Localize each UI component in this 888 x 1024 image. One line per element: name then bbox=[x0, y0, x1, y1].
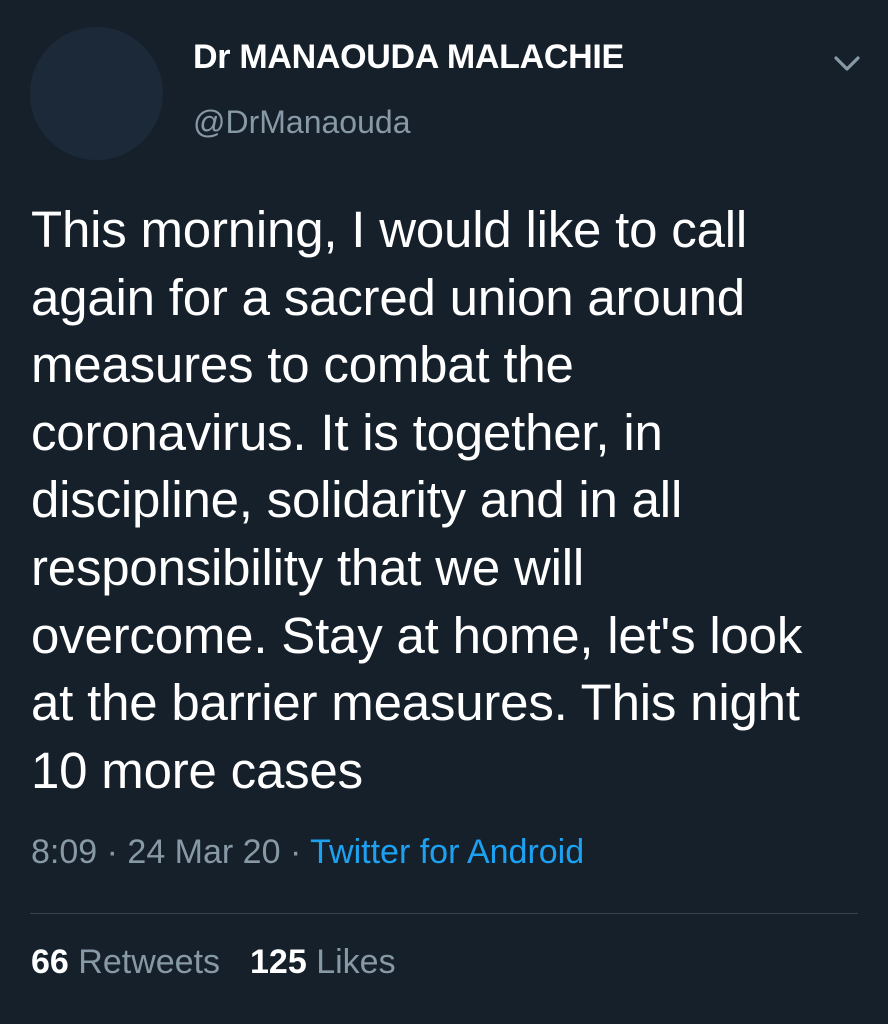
tweet-text: This morning, I would like to call again… bbox=[31, 201, 803, 799]
tweet-date: 24 Mar 20 bbox=[127, 833, 281, 871]
chevron-down-icon[interactable] bbox=[830, 50, 864, 78]
likes-stat[interactable]: 125 Likes bbox=[250, 943, 396, 981]
author-handle[interactable]: @DrManaouda bbox=[193, 104, 410, 141]
tweet-stats: 66 Retweets 125 Likes bbox=[31, 943, 396, 982]
likes-label: Likes bbox=[316, 943, 396, 981]
meta-separator: · bbox=[289, 833, 302, 871]
retweets-label: Retweets bbox=[78, 943, 221, 981]
avatar[interactable] bbox=[30, 27, 163, 160]
tweet-time: 8:09 bbox=[31, 833, 98, 871]
tweet-metadata: 8:09 · 24 Mar 20 · Twitter for Android bbox=[31, 833, 584, 872]
divider bbox=[30, 913, 858, 914]
meta-separator: · bbox=[106, 833, 118, 871]
tweet-source-link[interactable]: Twitter for Android bbox=[310, 833, 584, 871]
author-name[interactable]: Dr MANAOUDA MALACHIE bbox=[193, 38, 624, 77]
retweets-count: 66 bbox=[31, 943, 69, 981]
retweets-stat[interactable]: 66 Retweets bbox=[31, 943, 220, 981]
likes-count: 125 bbox=[250, 943, 307, 981]
